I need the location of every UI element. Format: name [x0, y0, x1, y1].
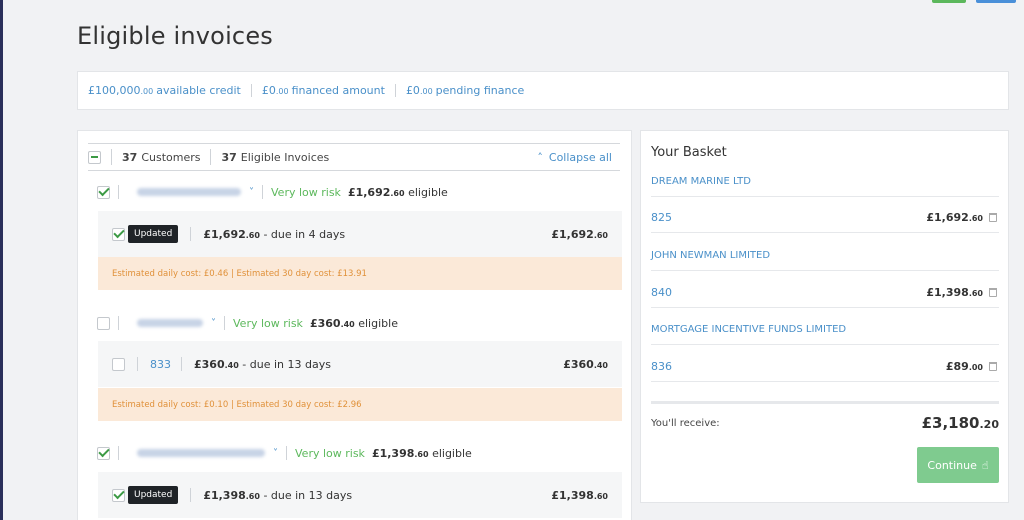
top-green-button[interactable] [932, 0, 966, 3]
invoice-amount: £1,398.60 [551, 488, 608, 502]
trash-icon[interactable] [989, 213, 997, 222]
cost-estimate: Estimated daily cost: £0.46 | Estimated … [98, 257, 622, 290]
invoice-row[interactable]: Updated £1,398.60 - due in 13 days £1,39… [98, 472, 622, 518]
risk-label: Very low risk [233, 316, 303, 330]
trash-icon[interactable] [989, 288, 997, 297]
invoice-amount: £1,692.60 [551, 227, 608, 241]
invoice-checkbox[interactable] [112, 488, 125, 502]
credit-summary-bar: £100,000.00 available credit £0.00 finan… [77, 71, 1009, 110]
receive-amount: £3,180.20 [921, 414, 999, 432]
trash-icon[interactable] [989, 362, 997, 371]
basket-invoice-number[interactable]: 825 [651, 211, 672, 224]
continue-button[interactable]: Continue ☝ [917, 447, 999, 483]
pending-finance: £0.00 pending finance [394, 84, 534, 97]
customer-name-redacted [137, 188, 241, 196]
basket-customer[interactable]: DREAM MARINE LTD [651, 167, 999, 197]
page-title: Eligible invoices [77, 22, 273, 50]
available-credit: £100,000.00 available credit [88, 84, 241, 97]
basket-invoice-number[interactable]: 836 [651, 360, 672, 373]
customer-name-redacted [137, 449, 265, 457]
invoice-amount: £360.40 [563, 357, 608, 371]
basket-panel: Your Basket DREAM MARINE LTD 825 £1,692.… [640, 130, 1009, 503]
customer-row[interactable]: ˅ Very low risk £1,692.60 eligible [97, 182, 627, 202]
chevron-down-icon[interactable]: ˅ [249, 187, 254, 198]
invoice-number-link[interactable]: 833 [150, 358, 171, 371]
invoice-checkbox[interactable] [112, 357, 125, 371]
basket-invoice-amount: £89.00 [945, 360, 983, 373]
customer-checkbox[interactable] [97, 185, 110, 199]
basket-invoice: 836 £89.00 [651, 352, 999, 382]
invoice-due: £1,398.60 - due in 13 days [203, 488, 353, 502]
updated-tooltip: Updated [128, 225, 179, 243]
pointer-cursor-icon: ☝ [981, 458, 989, 472]
chevron-up-icon: ˄ [537, 150, 543, 164]
customer-checkbox[interactable] [97, 446, 110, 460]
receive-total: You'll receive: £3,180.20 [651, 414, 999, 432]
invoice-due: £1,692.60 - due in 4 days [203, 227, 346, 241]
customer-row[interactable]: ˅ Very low risk £360.40 eligible [97, 313, 627, 333]
basket-invoice-amount: £1,398.60 [926, 286, 983, 299]
risk-label: Very low risk [271, 185, 341, 199]
basket-invoice-amount: £1,692.60 [926, 211, 983, 224]
invoice-list-header: 37 Customers 37 Eligible Invoices ˄ Collap… [88, 143, 620, 171]
financed-amount: £0.00 financed amount [250, 84, 395, 97]
invoice-row[interactable]: Updated £1,692.60 - due in 4 days £1,692… [98, 211, 622, 257]
invoice-row[interactable]: 833 £360.40 - due in 13 days £360.40 [98, 341, 622, 387]
chevron-down-icon[interactable]: ˅ [273, 448, 278, 459]
basket-title: Your Basket [651, 145, 727, 160]
customer-row[interactable]: ˅ Very low risk £1,398.60 eligible [97, 443, 627, 463]
basket-invoice: 825 £1,692.60 [651, 203, 999, 233]
invoice-checkbox[interactable] [112, 227, 125, 241]
window-edge [0, 0, 3, 520]
chevron-down-icon[interactable]: ˅ [211, 318, 216, 329]
basket-customer[interactable]: MORTGAGE INCENTIVE FUNDS LIMITED [651, 315, 999, 345]
basket-invoice-number[interactable]: 840 [651, 286, 672, 299]
divider [651, 401, 999, 404]
risk-label: Very low risk [295, 446, 365, 460]
eligible-amount: £1,398.60 eligible [371, 446, 472, 460]
invoice-due: £360.40 - due in 13 days [194, 357, 331, 371]
select-all-checkbox[interactable] [88, 150, 101, 164]
basket-customer[interactable]: JOHN NEWMAN LIMITED [651, 241, 999, 271]
top-blue-button[interactable] [976, 0, 1016, 3]
eligible-amount: £360.40 eligible [309, 316, 398, 330]
customer-name-redacted [137, 319, 203, 327]
updated-tooltip: Updated [128, 486, 179, 504]
cost-estimate: Estimated daily cost: £0.10 | Estimated … [98, 388, 622, 421]
basket-invoice: 840 £1,398.60 [651, 278, 999, 308]
customer-checkbox[interactable] [97, 316, 110, 330]
collapse-all-button[interactable]: ˄ Collapse all [537, 151, 620, 164]
eligible-amount: £1,692.60 eligible [347, 185, 448, 199]
